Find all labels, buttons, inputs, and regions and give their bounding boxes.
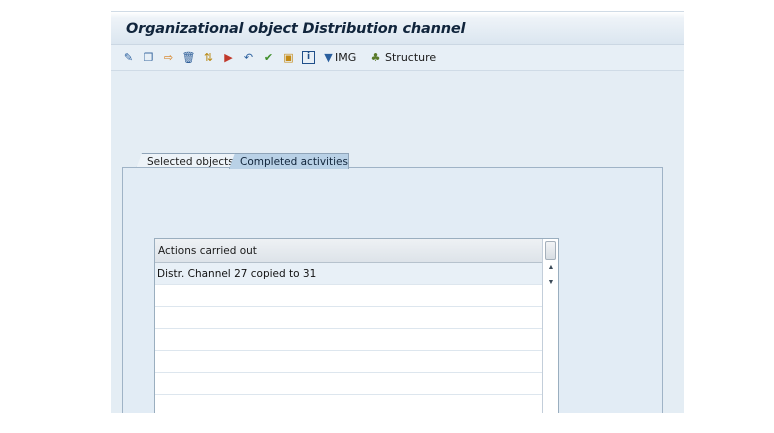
display-change-icon[interactable]: ✎ xyxy=(122,51,135,64)
scroll-up-icon[interactable]: ▲ xyxy=(546,263,556,273)
title-bar: Organizational object Distribution chann… xyxy=(111,11,684,45)
tab-panel: Actions carried out Distr. Channel 27 co… xyxy=(122,167,663,413)
application-toolbar: ✎ ❐ ⇨ 🗑 ⇅ ▶ ↶ ✔ ▣ i ▼ IMG ♣ Structure xyxy=(111,45,684,71)
relocate-icon[interactable]: ⇅ xyxy=(202,51,215,64)
table-row[interactable] xyxy=(155,373,542,395)
table-row[interactable] xyxy=(155,395,542,413)
sap-window: Organizational object Distribution chann… xyxy=(111,11,684,413)
window-title: Organizational object Distribution chann… xyxy=(126,21,466,37)
delete-icon[interactable]: 🗑 xyxy=(182,51,196,64)
table-row[interactable] xyxy=(155,285,542,307)
scroll-thumb[interactable] xyxy=(545,241,556,260)
table-row[interactable]: Distr. Channel 27 copied to 31 xyxy=(155,263,542,285)
table-row[interactable] xyxy=(155,351,542,373)
table-row[interactable] xyxy=(155,329,542,351)
copy-object-icon[interactable]: ⇨ xyxy=(162,51,175,64)
img-filter-icon[interactable]: ▼ xyxy=(322,51,335,64)
check-icon[interactable]: ✔ xyxy=(262,51,275,64)
scroll-down-icon[interactable]: ▼ xyxy=(546,278,556,288)
undo-icon[interactable]: ↶ xyxy=(242,51,255,64)
actions-table: Actions carried out Distr. Channel 27 co… xyxy=(154,238,559,413)
column-header-actions[interactable]: Actions carried out xyxy=(155,239,542,263)
transport-icon[interactable]: ▶ xyxy=(222,51,235,64)
structure-icon[interactable]: ♣ xyxy=(369,51,382,64)
copy-icon[interactable]: ❐ xyxy=(142,51,155,64)
img-button[interactable]: IMG xyxy=(335,51,356,64)
info-icon[interactable]: i xyxy=(302,51,315,64)
vertical-scrollbar[interactable]: ▲ ▼ xyxy=(542,239,558,413)
structure-button[interactable]: Structure xyxy=(385,51,436,64)
table-row[interactable] xyxy=(155,307,542,329)
documentation-icon[interactable]: ▣ xyxy=(282,51,295,64)
tab-completed-activities[interactable]: Completed activities xyxy=(229,153,349,169)
